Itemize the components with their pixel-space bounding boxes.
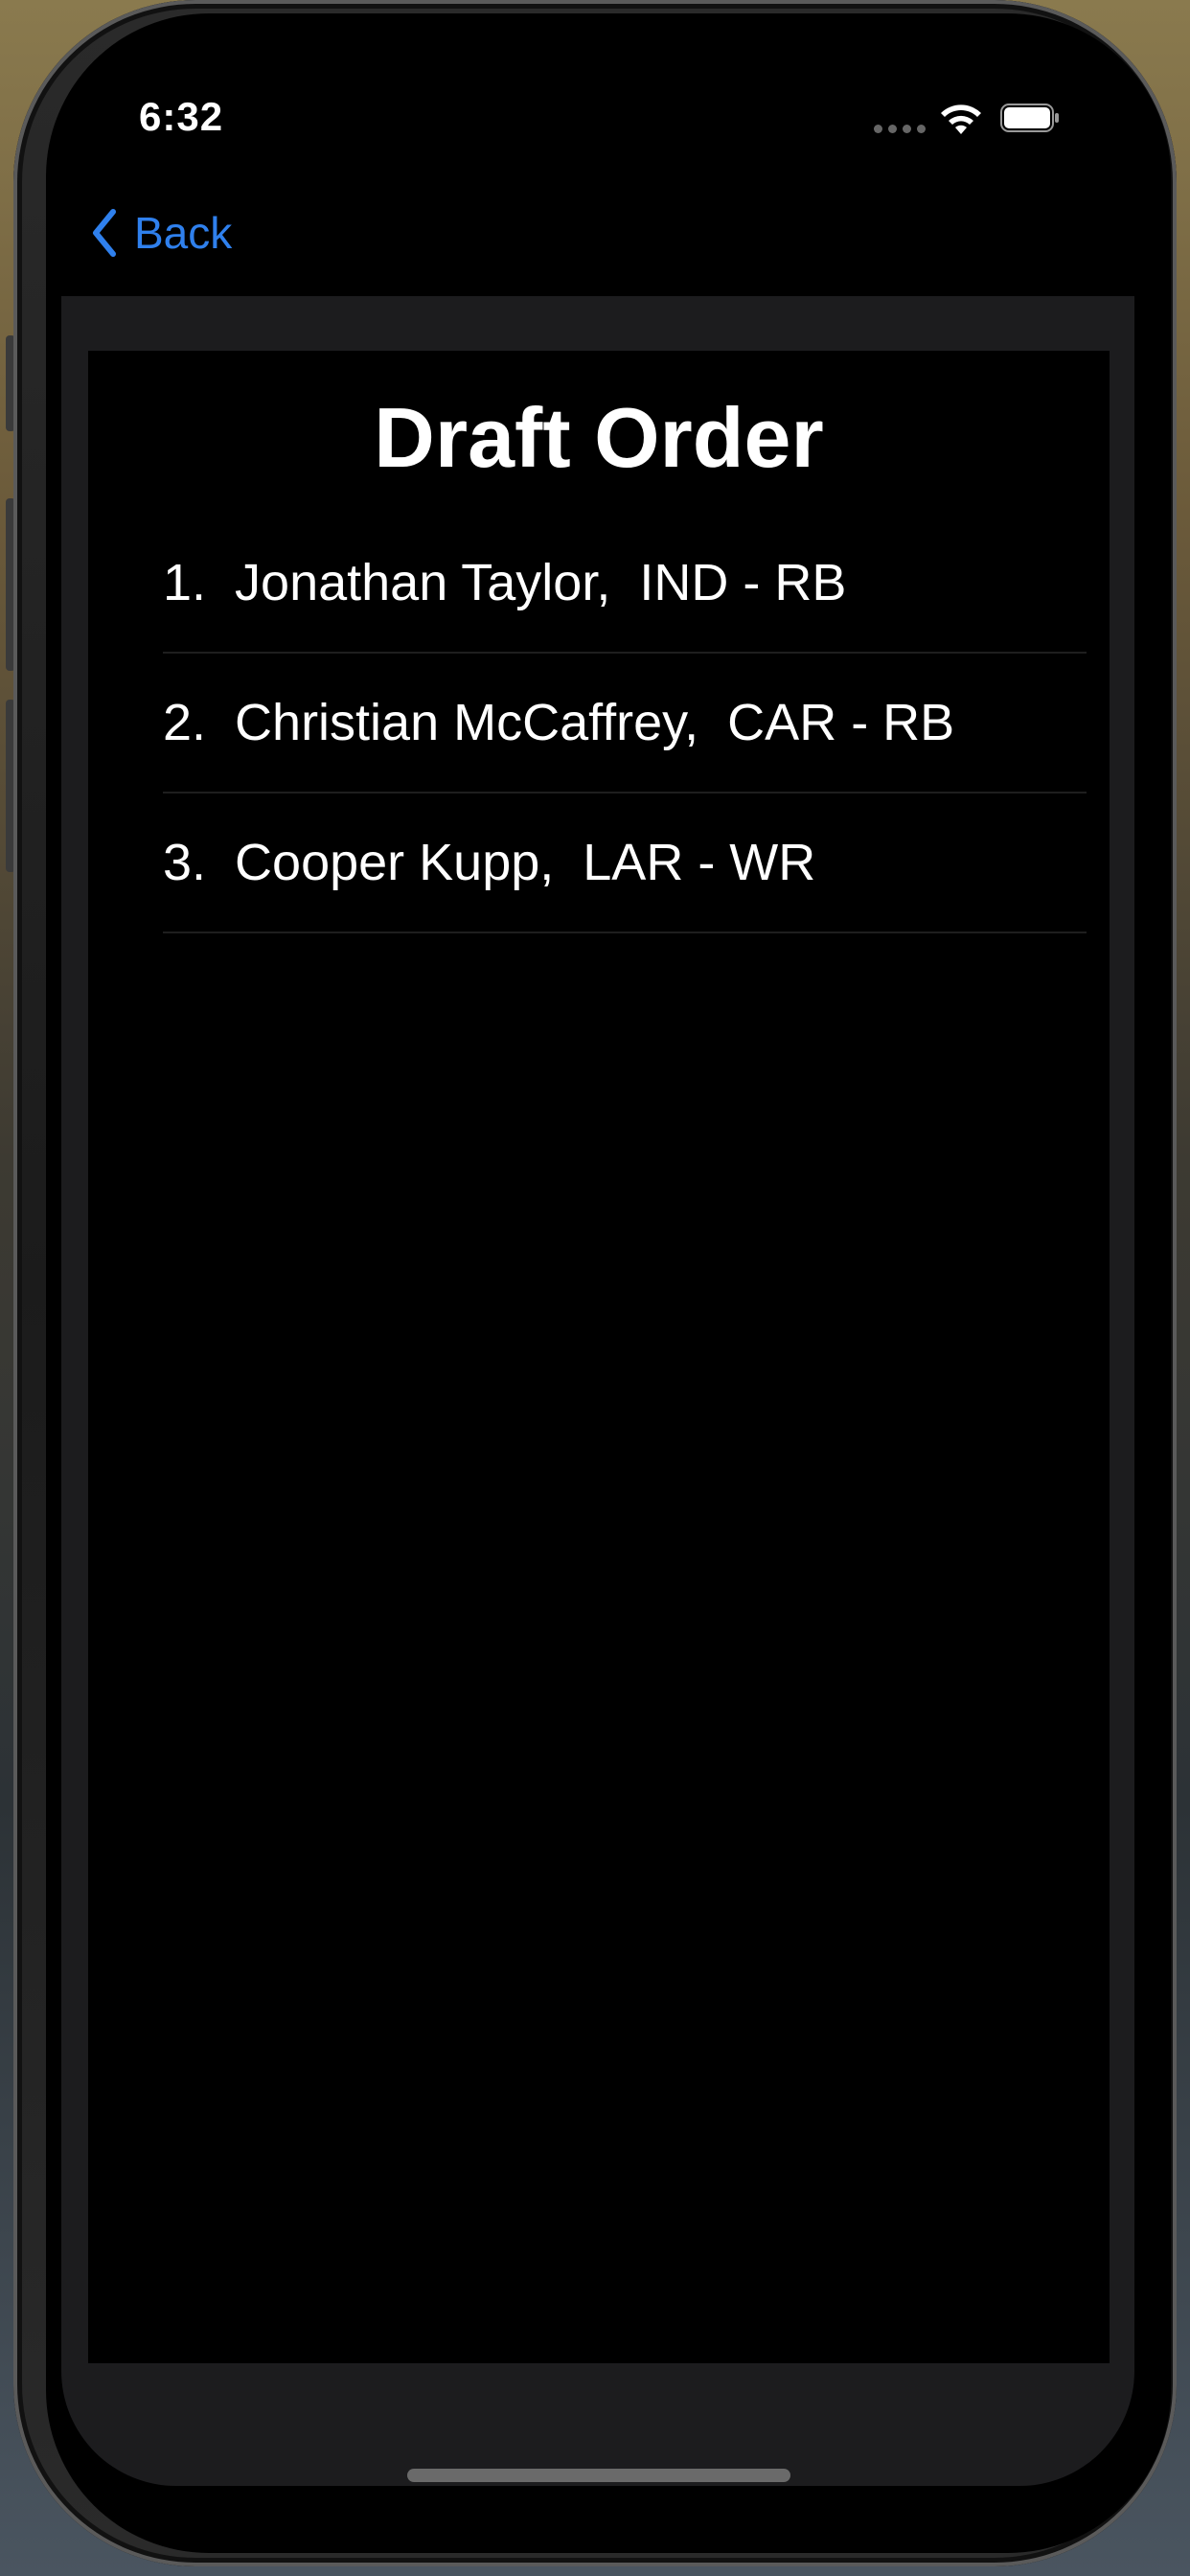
wifi-icon [941,104,981,134]
home-indicator[interactable] [407,2469,790,2482]
status-time: 6:32 [139,94,224,139]
desktop-background: 6:32 Back Draft Order 1. Jonathan Taylor… [0,0,1190,2576]
back-label: Back [134,208,233,258]
list-item[interactable]: 1. Jonathan Taylor, IND - RB [163,514,1087,654]
chevron-left-icon [93,209,116,257]
list-item[interactable]: 2. Christian McCaffrey, CAR - RB [163,654,1087,794]
list-item[interactable]: 3. Cooper Kupp, LAR - WR [163,794,1087,933]
battery-icon [1000,104,1059,132]
back-button[interactable]: Back [90,207,232,259]
draft-order-list: 1. Jonathan Taylor, IND - RB 2. Christia… [163,514,1087,933]
page-title: Draft Order [374,390,824,485]
draft-order-panel: Draft Order 1. Jonathan Taylor, IND - RB… [88,351,1110,2363]
signal-dots-icon [874,125,926,133]
